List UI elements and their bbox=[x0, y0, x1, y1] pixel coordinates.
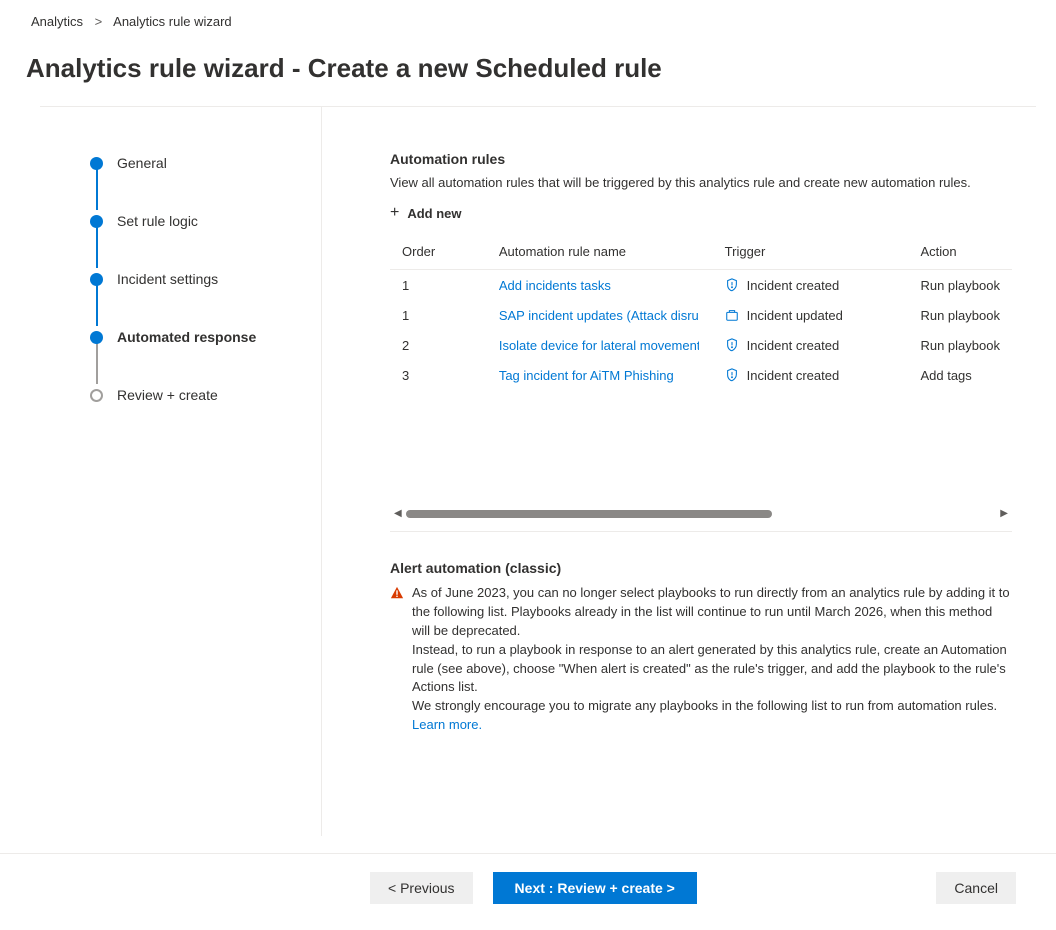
rule-name-link[interactable]: Isolate device for lateral movement ta bbox=[499, 338, 699, 353]
cell-order: 2 bbox=[390, 330, 487, 360]
scroll-track[interactable] bbox=[406, 510, 997, 518]
learn-more-link[interactable]: Learn more. bbox=[412, 717, 482, 732]
step-label: Incident settings bbox=[117, 271, 218, 287]
update-icon bbox=[725, 308, 739, 322]
page-title: Analytics rule wizard - Create a new Sch… bbox=[0, 39, 1056, 106]
shield-icon bbox=[725, 338, 739, 352]
shield-icon bbox=[725, 368, 739, 382]
rule-name-link[interactable]: SAP incident updates (Attack disruptic bbox=[499, 308, 699, 323]
step-automated-response[interactable]: Automated response bbox=[90, 329, 321, 345]
scroll-left-icon[interactable]: ◀ bbox=[390, 508, 406, 519]
cell-action: Add tags bbox=[920, 368, 971, 383]
cell-order: 3 bbox=[390, 360, 487, 390]
cell-action: Run playbook bbox=[920, 278, 1000, 293]
automation-rules-title: Automation rules bbox=[390, 151, 1056, 167]
warning-icon bbox=[390, 586, 404, 735]
breadcrumb-root[interactable]: Analytics bbox=[31, 14, 83, 29]
divider bbox=[390, 531, 1012, 532]
plus-icon: + bbox=[390, 204, 399, 222]
cancel-button[interactable]: Cancel bbox=[936, 872, 1016, 904]
next-button[interactable]: Next : Review + create > bbox=[493, 872, 697, 904]
rule-name-link[interactable]: Tag incident for AiTM Phishing bbox=[499, 368, 674, 383]
breadcrumb-current: Analytics rule wizard bbox=[113, 14, 232, 29]
add-new-label: Add new bbox=[407, 206, 461, 221]
step-incident-settings[interactable]: Incident settings bbox=[90, 271, 321, 287]
step-review-create[interactable]: Review + create bbox=[90, 387, 321, 403]
horizontal-scrollbar[interactable]: ◀ ▶ bbox=[390, 508, 1012, 519]
table-row[interactable]: 3 Tag incident for AiTM Phishing Inciden… bbox=[390, 360, 1012, 390]
alert-text: As of June 2023, you can no longer selec… bbox=[412, 584, 1012, 735]
add-new-button[interactable]: + Add new bbox=[390, 204, 1056, 222]
table-row[interactable]: 1 SAP incident updates (Attack disruptic… bbox=[390, 300, 1012, 330]
wizard-steps: General Set rule logic Incident settings… bbox=[0, 107, 322, 836]
header-trigger[interactable]: Trigger bbox=[713, 236, 909, 270]
rule-name-link[interactable]: Add incidents tasks bbox=[499, 278, 611, 293]
trigger-text: Incident created bbox=[747, 368, 840, 383]
previous-button[interactable]: < Previous bbox=[370, 872, 473, 904]
header-order[interactable]: Order bbox=[390, 236, 487, 270]
breadcrumb: Analytics > Analytics rule wizard bbox=[0, 0, 1056, 39]
cell-order: 1 bbox=[390, 300, 487, 330]
step-label: Automated response bbox=[117, 329, 256, 345]
table-row[interactable]: 1 Add incidents tasks Incident created R… bbox=[390, 270, 1012, 301]
header-action[interactable]: Action bbox=[908, 236, 1012, 270]
trigger-text: Incident created bbox=[747, 278, 840, 293]
step-label: Review + create bbox=[117, 387, 218, 403]
trigger-text: Incident created bbox=[747, 338, 840, 353]
cell-order: 1 bbox=[390, 270, 487, 301]
step-set-rule-logic[interactable]: Set rule logic bbox=[90, 213, 321, 229]
scroll-thumb[interactable] bbox=[406, 510, 772, 518]
table-row[interactable]: 2 Isolate device for lateral movement ta… bbox=[390, 330, 1012, 360]
step-general[interactable]: General bbox=[90, 155, 321, 171]
automation-rules-table: Order Automation rule name Trigger Actio… bbox=[390, 236, 1012, 390]
step-label: General bbox=[117, 155, 167, 171]
shield-icon bbox=[725, 278, 739, 292]
automation-rules-desc: View all automation rules that will be t… bbox=[390, 175, 1056, 190]
cell-action: Run playbook bbox=[920, 308, 1000, 323]
step-label: Set rule logic bbox=[117, 213, 198, 229]
breadcrumb-separator: > bbox=[95, 14, 103, 29]
alert-automation-title: Alert automation (classic) bbox=[390, 560, 1012, 576]
wizard-footer: < Previous Next : Review + create > Canc… bbox=[0, 853, 1056, 930]
header-name[interactable]: Automation rule name bbox=[487, 236, 713, 270]
trigger-text: Incident updated bbox=[747, 308, 843, 323]
cell-action: Run playbook bbox=[920, 338, 1000, 353]
scroll-right-icon[interactable]: ▶ bbox=[996, 508, 1012, 519]
